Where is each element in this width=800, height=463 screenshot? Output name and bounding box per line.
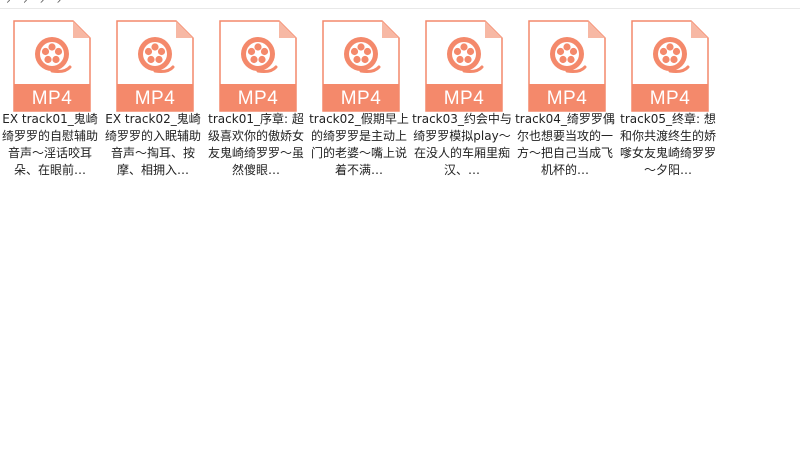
chevron-right-icon: › (56, 0, 62, 7)
file-item[interactable]: MP4 track03_约会中与绮罗罗模拟play～在没人的车厢里痴汉、… (412, 16, 512, 181)
mp4-file-icon: MP4 (116, 20, 194, 112)
file-item[interactable]: MP4 EX track01_鬼崎绮罗罗的自慰辅助音声～淫话咬耳朵、在眼前… (0, 16, 100, 181)
chevron-right-icon: › (6, 0, 11, 7)
file-name: EX track02_鬼崎绮罗罗的入眠辅助音声～掏耳、按摩、相拥入… (104, 112, 201, 177)
file-explorer-window: › › › › MP4 EX track01_鬼崎绮罗罗的自慰辅助音声～淫话咬耳朵… (0, 0, 800, 463)
mp4-file-icon: MP4 (13, 20, 91, 112)
mp4-file-icon: MP4 (528, 20, 606, 112)
file-item[interactable]: MP4 EX track02_鬼崎绮罗罗的入眠辅助音声～掏耳、按摩、相拥入… (103, 16, 203, 181)
mp4-file-icon: MP4 (425, 20, 503, 112)
mp4-label: MP4 (649, 88, 691, 109)
file-name: track02_假期早上的绮罗罗是主动上门的老婆～嘴上说着不满… (309, 112, 409, 177)
file-name: track05_终章: 想和你共渡终生的娇嗲女友鬼崎绮罗罗～夕阳… (619, 112, 716, 177)
file-name: track04_绮罗罗偶尔也想要当攻的一方～把自己当成飞机杯的… (515, 112, 615, 177)
file-list: MP4 EX track01_鬼崎绮罗罗的自慰辅助音声～淫话咬耳朵、在眼前… MP4… (0, 16, 800, 216)
mp4-label: MP4 (340, 88, 382, 109)
address-bar[interactable]: › › › › (0, 0, 800, 9)
mp4-label: MP4 (546, 88, 588, 109)
mp4-label: MP4 (237, 88, 279, 109)
file-name: track03_约会中与绮罗罗模拟play～在没人的车厢里痴汉、… (412, 112, 512, 177)
mp4-file-icon: MP4 (219, 20, 297, 112)
mp4-file-icon: MP4 (322, 20, 400, 112)
breadcrumb: › › › › (0, 0, 67, 7)
file-name: track01_序章: 超级喜欢你的傲娇女友鬼崎绮罗罗～虽然傻眼… (207, 112, 304, 177)
chevron-right-icon: › (39, 0, 45, 7)
mp4-file-icon: MP4 (631, 20, 709, 112)
mp4-label: MP4 (443, 88, 485, 109)
file-item[interactable]: MP4 track05_终章: 想和你共渡终生的娇嗲女友鬼崎绮罗罗～夕阳… (618, 16, 718, 181)
file-item[interactable]: MP4 track04_绮罗罗偶尔也想要当攻的一方～把自己当成飞机杯的… (515, 16, 615, 181)
mp4-label: MP4 (31, 88, 73, 109)
file-item[interactable]: MP4 track01_序章: 超级喜欢你的傲娇女友鬼崎绮罗罗～虽然傻眼… (206, 16, 306, 181)
file-item[interactable]: MP4 track02_假期早上的绮罗罗是主动上门的老婆～嘴上说着不满… (309, 16, 409, 181)
file-name: EX track01_鬼崎绮罗罗的自慰辅助音声～淫话咬耳朵、在眼前… (1, 112, 98, 177)
mp4-label: MP4 (134, 88, 176, 109)
chevron-right-icon: › (22, 0, 28, 7)
